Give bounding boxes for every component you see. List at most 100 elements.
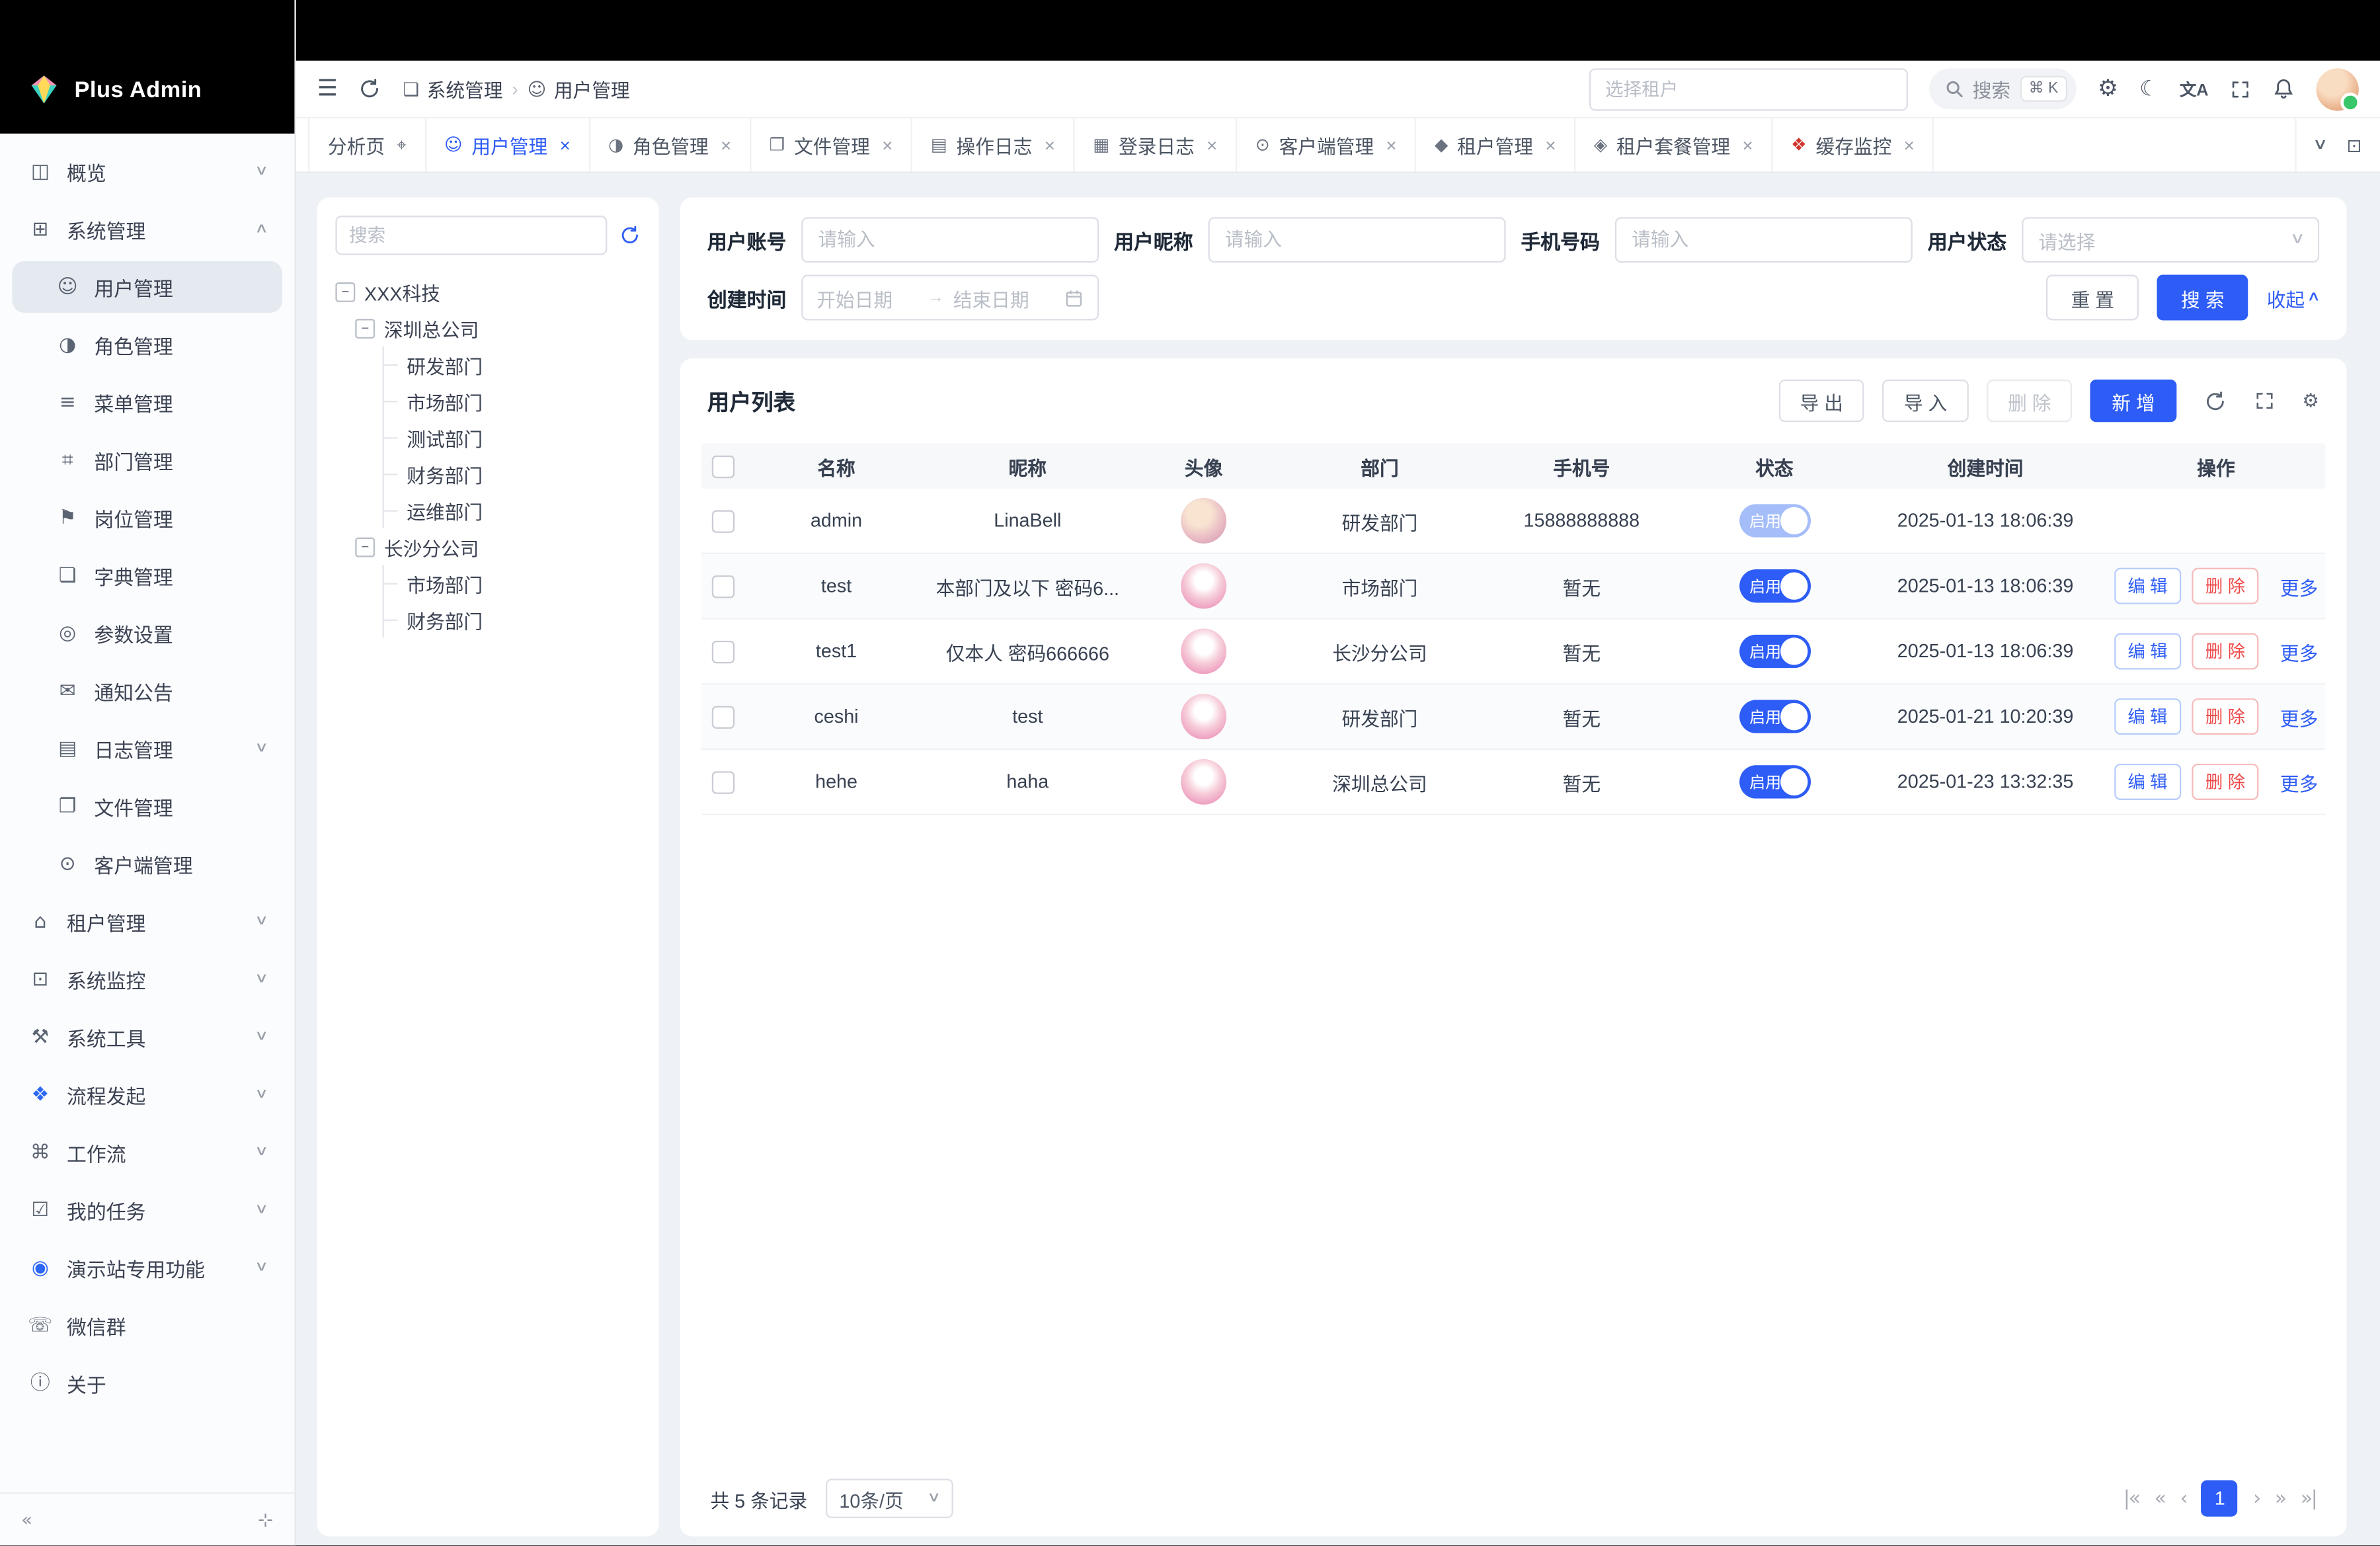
breadcrumb-item[interactable]: ❏系统管理 xyxy=(403,75,502,104)
search-button[interactable]: 搜 索 xyxy=(2157,275,2248,321)
collapse-sidebar-icon[interactable]: « xyxy=(21,1510,32,1529)
tab-tenant-package[interactable]: ◈租户套餐管理× xyxy=(1575,118,1772,171)
close-tab-icon[interactable]: × xyxy=(882,134,892,155)
sidebar-item-overview[interactable]: ◫概览∨ xyxy=(12,145,282,197)
delete-row-button[interactable]: 删 除 xyxy=(2192,568,2258,604)
edit-button[interactable]: 编 辑 xyxy=(2114,764,2181,800)
tab-login-log[interactable]: ▦登录日志× xyxy=(1075,118,1237,171)
status-toggle[interactable]: 启用 xyxy=(1739,635,1810,669)
close-tab-icon[interactable]: × xyxy=(1045,134,1055,155)
prev-page-icon[interactable]: ‹ xyxy=(2180,1488,2187,1508)
sidebar-item-file-management[interactable]: ❐文件管理 xyxy=(12,780,282,832)
tenant-select-input[interactable] xyxy=(1589,67,1907,110)
settings-gear-icon[interactable]: ⚙ xyxy=(2098,77,2118,100)
tree-node[interactable]: −深圳总公司 xyxy=(355,309,641,346)
pin-sidebar-icon[interactable]: ⊹ xyxy=(258,1510,273,1529)
tree-collapse-icon[interactable]: − xyxy=(355,537,375,557)
close-tab-icon[interactable]: × xyxy=(1743,134,1753,155)
tree-node[interactable]: 财务部门 xyxy=(384,601,641,637)
row-checkbox[interactable] xyxy=(711,705,734,727)
sidebar-item-system-management[interactable]: ⊞系统管理∧ xyxy=(12,204,282,255)
row-checkbox[interactable] xyxy=(711,509,734,532)
tree-search-input[interactable] xyxy=(335,216,607,255)
close-tab-icon[interactable]: × xyxy=(1545,134,1556,155)
sidebar-item-system-tools[interactable]: ⚒系统工具∨ xyxy=(12,1011,282,1063)
prev-pages-icon[interactable]: « xyxy=(2155,1488,2165,1508)
delete-row-button[interactable]: 删 除 xyxy=(2192,764,2258,800)
tab-tenant-management[interactable]: ◆租户管理× xyxy=(1416,118,1575,171)
tree-collapse-icon[interactable]: − xyxy=(335,282,355,302)
export-button[interactable]: 导 出 xyxy=(1778,380,1864,422)
sidebar-item-dict-management[interactable]: ❏字典管理 xyxy=(12,549,282,601)
sidebar-item-user-management[interactable]: ☺用户管理 xyxy=(12,261,282,313)
tree-node[interactable]: −XXX科技 xyxy=(335,273,640,309)
phone-filter-input[interactable] xyxy=(1615,217,1913,263)
tab-client-management[interactable]: ⊙客户端管理× xyxy=(1237,118,1416,171)
edit-button[interactable]: 编 辑 xyxy=(2114,698,2181,735)
sidebar-item-tenant-management[interactable]: ⌂租户管理∨ xyxy=(12,896,282,948)
tree-refresh-icon[interactable] xyxy=(619,225,641,246)
status-toggle[interactable]: 启用 xyxy=(1739,504,1810,538)
table-refresh-icon[interactable] xyxy=(2203,389,2226,412)
tree-node[interactable]: 测试部门 xyxy=(384,419,641,456)
status-toggle[interactable]: 启用 xyxy=(1739,569,1810,603)
translate-icon[interactable]: 文A xyxy=(2180,77,2209,101)
created-date-range-picker[interactable]: 开始日期→结束日期 xyxy=(801,275,1099,321)
sidebar-item-log-management[interactable]: ▤日志管理∨ xyxy=(12,723,282,774)
tree-node[interactable]: 研发部门 xyxy=(384,346,641,382)
page-size-select[interactable]: 10条/页 ∨ xyxy=(826,1479,953,1518)
row-checkbox[interactable] xyxy=(711,770,734,793)
sidebar-item-demo-features[interactable]: ◉演示站专用功能∨ xyxy=(12,1242,282,1293)
table-fullscreen-icon[interactable] xyxy=(2254,390,2275,411)
sidebar-item-notice[interactable]: ✉通知公告 xyxy=(12,665,282,717)
first-page-icon[interactable]: |« xyxy=(2123,1488,2139,1508)
fullscreen-icon[interactable] xyxy=(2230,78,2251,99)
nickname-filter-input[interactable] xyxy=(1209,217,1506,263)
sidebar-item-workflow[interactable]: ⌘工作流∨ xyxy=(12,1127,282,1178)
account-filter-input[interactable] xyxy=(801,217,1099,263)
sidebar-item-role-management[interactable]: ◑角色管理 xyxy=(12,319,282,370)
dark-mode-moon-icon[interactable]: ☾ xyxy=(2139,78,2159,99)
more-actions-link[interactable]: 更多 xyxy=(2280,571,2318,600)
close-tab-icon[interactable]: × xyxy=(721,134,731,155)
delete-row-button[interactable]: 删 除 xyxy=(2192,633,2258,669)
reset-button[interactable]: 重 置 xyxy=(2047,275,2139,321)
tab-analysis[interactable]: 分析页⌖ xyxy=(308,118,426,171)
tab-user-management[interactable]: ☺用户管理× xyxy=(426,118,590,171)
row-checkbox[interactable] xyxy=(711,575,734,597)
status-toggle[interactable]: 启用 xyxy=(1739,700,1810,733)
sidebar-item-about[interactable]: ⓘ关于 xyxy=(12,1358,282,1409)
hamburger-icon[interactable]: ☰ xyxy=(317,77,338,100)
collapse-filters-link[interactable]: 收起 ∧ xyxy=(2267,283,2319,312)
current-page-button[interactable]: 1 xyxy=(2202,1481,2238,1517)
tree-node[interactable]: 市场部门 xyxy=(384,565,641,601)
tab-cache-monitor[interactable]: ❖缓存监控× xyxy=(1772,118,1934,171)
sidebar-item-post-management[interactable]: ⚑岗位管理 xyxy=(12,492,282,544)
status-filter-select[interactable]: 请选择∨ xyxy=(2022,217,2319,263)
tab-screenshot-icon[interactable]: ⊡ xyxy=(2346,136,2361,154)
table-settings-gear-icon[interactable]: ⚙ xyxy=(2302,391,2319,411)
refresh-icon[interactable] xyxy=(359,77,381,100)
more-actions-link[interactable]: 更多 xyxy=(2280,702,2318,731)
close-tab-icon[interactable]: × xyxy=(1386,134,1396,155)
tree-collapse-icon[interactable]: − xyxy=(355,318,375,338)
user-avatar[interactable] xyxy=(2317,67,2359,110)
sidebar-item-param-settings[interactable]: ◎参数设置 xyxy=(12,607,282,659)
sidebar-item-process-start[interactable]: ❖流程发起∨ xyxy=(12,1069,282,1120)
sidebar-item-client-management[interactable]: ⊙客户端管理 xyxy=(12,838,282,889)
tab-dropdown-icon[interactable]: ∨ xyxy=(2312,138,2328,153)
edit-button[interactable]: 编 辑 xyxy=(2114,568,2181,604)
tree-node[interactable]: −长沙分公司 xyxy=(355,528,641,565)
more-actions-link[interactable]: 更多 xyxy=(2280,768,2318,797)
next-pages-icon[interactable]: » xyxy=(2275,1488,2285,1508)
more-actions-link[interactable]: 更多 xyxy=(2280,637,2318,666)
next-page-icon[interactable]: › xyxy=(2253,1488,2260,1508)
global-search[interactable]: 搜索 ⌘ K xyxy=(1928,68,2077,109)
close-tab-icon[interactable]: × xyxy=(560,134,571,155)
row-checkbox[interactable] xyxy=(711,640,734,663)
notification-bell-icon[interactable] xyxy=(2272,77,2295,100)
delete-row-button[interactable]: 删 除 xyxy=(2192,698,2258,735)
tree-node[interactable]: 市场部门 xyxy=(384,383,641,419)
close-tab-icon[interactable]: × xyxy=(1904,134,1915,155)
breadcrumb-item[interactable]: ☺用户管理 xyxy=(528,75,630,104)
